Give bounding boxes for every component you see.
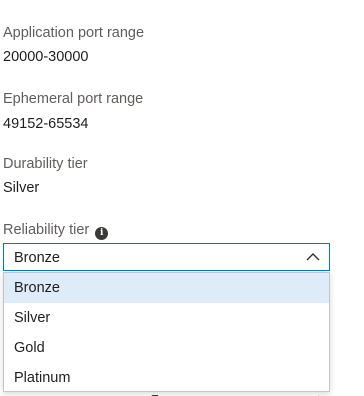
durability-tier-value: Silver: [3, 180, 40, 196]
chevron-up-icon[interactable]: [305, 249, 321, 265]
dropdown-selected-value: Bronze: [14, 250, 60, 266]
option-gold[interactable]: Gold: [4, 333, 329, 363]
ephemeral-port-range-value: 49152-65534: [3, 116, 89, 132]
reliability-tier-options: Bronze Silver Gold Platinum: [3, 272, 330, 392]
info-icon[interactable]: i: [95, 227, 109, 240]
option-platinum[interactable]: Platinum: [4, 363, 329, 393]
ephemeral-port-range-label: Ephemeral port range: [3, 91, 144, 107]
durability-tier-label: Durability tier: [3, 156, 88, 172]
reliability-tier-label-row: Reliability tier i: [3, 221, 109, 240]
reliability-tier-label: Reliability tier: [3, 222, 90, 238]
application-port-range-value: 20000-30000: [3, 49, 89, 65]
reliability-tier-dropdown[interactable]: Bronze: [3, 243, 330, 271]
option-bronze[interactable]: Bronze: [4, 273, 329, 303]
application-port-range-label: Application port range: [3, 25, 145, 41]
option-silver[interactable]: Silver: [4, 303, 329, 333]
